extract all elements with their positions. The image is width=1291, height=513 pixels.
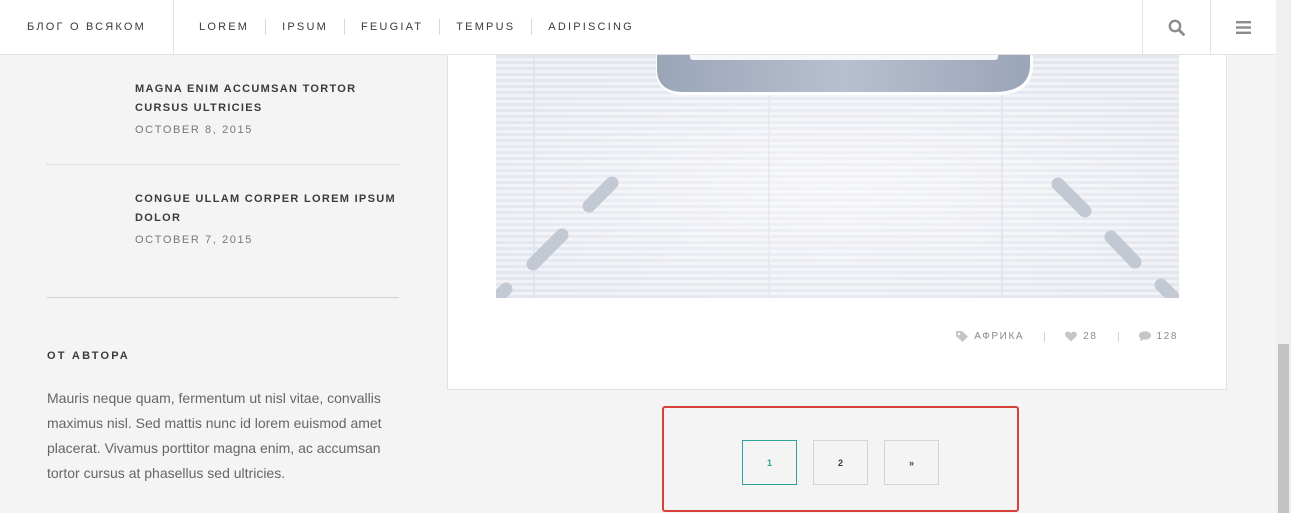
hamburger-menu-icon xyxy=(1236,20,1251,34)
menu-button[interactable] xyxy=(1210,0,1276,54)
page-1-button[interactable]: 1 xyxy=(742,440,797,485)
nav-item-feugiat[interactable]: FEUGIAT xyxy=(343,19,439,35)
comments-link[interactable]: 128 xyxy=(1138,331,1179,342)
section-divider xyxy=(47,297,399,298)
nav-item-lorem[interactable]: LOREM xyxy=(183,19,265,35)
about-heading: ОТ АВТОРА xyxy=(47,350,130,362)
site-header: БЛОГ О ВСЯКОМ LOREM IPSUM FEUGIAT TEMPUS… xyxy=(0,0,1276,55)
category-link[interactable]: АФРИКА xyxy=(956,331,1024,342)
post-title-link[interactable]: MAGNA ENIM ACCUMSAN TORTOR CURSUS ULTRIC… xyxy=(135,80,399,118)
page-2-button[interactable]: 2 xyxy=(813,440,868,485)
heart-icon xyxy=(1065,331,1077,342)
article-meta: АФРИКА 28 128 xyxy=(956,331,1178,342)
article-card: АФРИКА 28 128 xyxy=(447,40,1227,390)
comment-icon xyxy=(1138,331,1151,342)
main-nav: LOREM IPSUM FEUGIAT TEMPUS ADIPISCING xyxy=(183,0,650,54)
post-thumbnail[interactable] xyxy=(47,189,119,253)
like-link[interactable]: 28 xyxy=(1065,331,1097,342)
meta-separator xyxy=(1044,331,1046,342)
search-icon xyxy=(1168,19,1185,36)
comment-count: 128 xyxy=(1156,331,1178,342)
article-image[interactable] xyxy=(496,55,1179,298)
nav-item-ipsum[interactable]: IPSUM xyxy=(265,19,344,35)
post-title-link[interactable]: CONGUE ULLAM CORPER LOREM IPSUM DOLOR xyxy=(135,190,399,228)
meta-separator xyxy=(1117,331,1119,342)
pagination: 1 2 » xyxy=(742,440,939,485)
about-text: Mauris neque quam, fermentum ut nisl vit… xyxy=(47,390,382,481)
post-divider xyxy=(47,164,399,165)
nav-item-adipiscing[interactable]: ADIPISCING xyxy=(531,19,650,35)
post-thumbnail[interactable] xyxy=(47,79,119,143)
post-date: OCTOBER 8, 2015 xyxy=(135,124,253,136)
nav-item-tempus[interactable]: TEMPUS xyxy=(439,19,531,35)
tag-icon xyxy=(956,331,969,342)
search-button[interactable] xyxy=(1142,0,1210,54)
post-date: OCTOBER 7, 2015 xyxy=(135,234,253,246)
next-page-button[interactable]: » xyxy=(884,440,939,485)
category-label: АФРИКА xyxy=(974,331,1025,342)
site-title-link[interactable]: БЛОГ О ВСЯКОМ xyxy=(0,0,174,54)
like-count: 28 xyxy=(1083,331,1098,342)
scrollbar-thumb[interactable] xyxy=(1278,344,1289,513)
